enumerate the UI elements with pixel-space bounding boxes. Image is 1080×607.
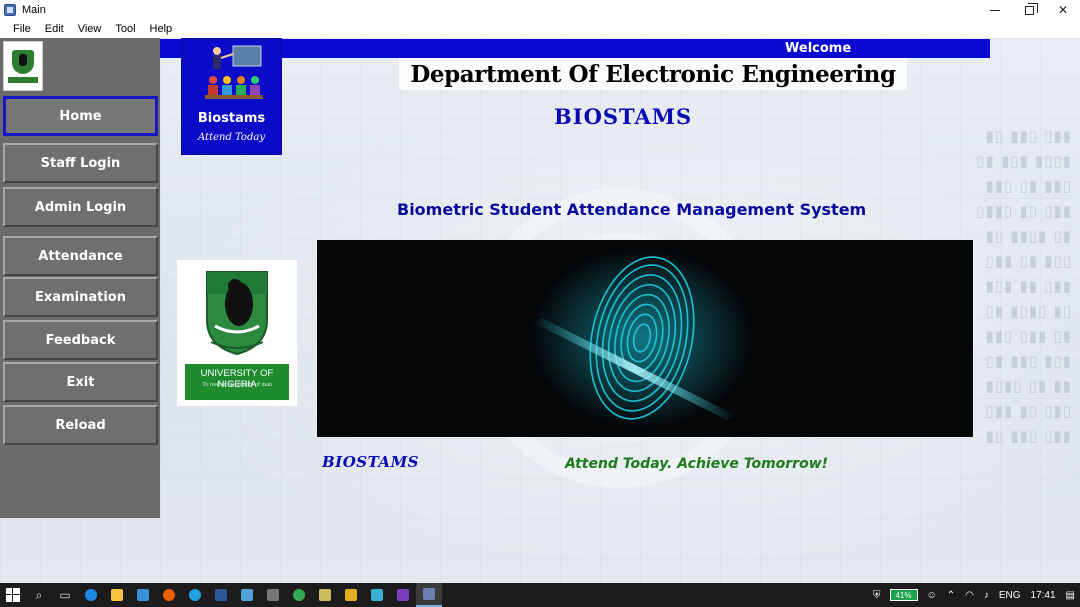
university-crest-icon — [206, 271, 268, 356]
menu-help[interactable]: Help — [143, 23, 180, 35]
monitor-icon[interactable] — [234, 583, 260, 607]
fingerprint-icon — [532, 248, 752, 428]
store-icon[interactable] — [130, 583, 156, 607]
notes-icon[interactable] — [312, 583, 338, 607]
logo-strip — [8, 76, 38, 83]
title-bar: Main ✕ — [0, 0, 1080, 20]
brand-box: Biostams Attend Today — [181, 38, 282, 155]
window-controls: ✕ — [978, 0, 1080, 20]
sidebar-item-admin-login[interactable]: Admin Login — [3, 187, 158, 227]
tray-chevron-icon[interactable]: ⌃ — [942, 590, 960, 601]
wifi-icon[interactable]: ◠ — [960, 590, 979, 601]
welcome-label: Welcome — [785, 41, 852, 56]
clock[interactable]: 17:41 — [1026, 590, 1061, 601]
battery-indicator[interactable]: 41% — [889, 589, 918, 601]
people-icon[interactable]: ☺ — [922, 590, 942, 601]
firefox-icon[interactable] — [156, 583, 182, 607]
app-icon-yellow[interactable] — [338, 583, 364, 607]
sidebar-item-examination[interactable]: Examination — [3, 277, 158, 317]
restore-icon — [1024, 2, 1038, 15]
menu-edit[interactable]: Edit — [38, 23, 71, 35]
app-icon — [4, 4, 16, 16]
windows-logo-icon — [6, 588, 20, 602]
start-button[interactable] — [0, 583, 26, 607]
language-indicator[interactable]: ENG — [994, 590, 1026, 601]
word-icon[interactable] — [208, 583, 234, 607]
visual-studio-icon[interactable] — [390, 583, 416, 607]
notifications-icon[interactable]: ▤ — [1061, 590, 1080, 601]
shield-icon — [12, 49, 34, 74]
menu-tool[interactable]: Tool — [108, 23, 142, 35]
department-title: Department Of Electronic Engineering — [399, 58, 907, 90]
minimize-icon — [990, 9, 1000, 11]
sidebar: Home Staff Login Admin Login Attendance … — [0, 38, 160, 518]
sidebar-item-feedback[interactable]: Feedback — [3, 320, 158, 360]
brand-tagline: Attend Today — [198, 132, 265, 143]
sidebar-item-home[interactable]: Home — [3, 96, 158, 136]
footer-slogan: Attend Today. Achieve Tomorrow! — [565, 456, 829, 472]
sidebar-item-staff-login[interactable]: Staff Login — [3, 143, 158, 183]
close-button[interactable]: ✕ — [1046, 0, 1080, 20]
network-icon[interactable] — [364, 583, 390, 607]
close-icon: ✕ — [1057, 3, 1069, 17]
system-tray: ⛨ 41% ☺ ⌃ ◠ ♪ ENG 17:41 ▤ — [868, 583, 1080, 607]
sidebar-item-exit[interactable]: Exit — [3, 362, 158, 402]
shield-tray-icon[interactable]: ⛨ — [868, 590, 886, 601]
edge-icon[interactable] — [78, 583, 104, 607]
classroom-illustration-icon — [205, 45, 263, 99]
chrome-icon[interactable] — [286, 583, 312, 607]
university-logo: UNIVERSITY OF NIGERIA To restore the dig… — [177, 260, 297, 406]
volume-icon[interactable]: ♪ — [979, 590, 994, 601]
media-icon[interactable] — [260, 583, 286, 607]
task-view-icon[interactable]: ▭ — [52, 583, 78, 607]
ie-icon[interactable] — [182, 583, 208, 607]
window-title: Main — [22, 4, 46, 16]
sidebar-item-reload[interactable]: Reload — [3, 405, 158, 445]
sidebar-logo — [3, 41, 43, 91]
main-area: ▮▯ ▮▮▯ ▯▮▮ ▯▮ ▮▯▮ ▮▯▯▮ ▮▮▯ ▯▮ ▮▮▯ ▯▮▮▯ ▮▯ ▯… — [0, 38, 1080, 583]
menu-file[interactable]: File — [6, 23, 38, 35]
app-name-heading: BIOSTAMS — [554, 104, 693, 129]
restore-button[interactable] — [1012, 0, 1046, 20]
menu-view[interactable]: View — [71, 23, 109, 35]
university-motto: To restore the dignity of man — [202, 382, 272, 388]
welcome-bar: Welcome — [160, 39, 990, 58]
file-explorer-icon[interactable] — [104, 583, 130, 607]
sidebar-item-attendance[interactable]: Attendance — [3, 236, 158, 276]
biostams-taskbar-icon[interactable] — [416, 583, 442, 607]
system-name: Biometric Student Attendance Management … — [397, 200, 867, 219]
menu-bar: File Edit View Tool Help — [0, 20, 1080, 38]
fingerprint-banner — [317, 240, 973, 437]
footer-brand: BIOSTAMS — [322, 453, 420, 471]
taskbar: ⌕ ▭ ⛨ 41% ☺ ⌃ ◠ ♪ ENG 17:41 ▤ — [0, 583, 1080, 607]
minimize-button[interactable] — [978, 0, 1012, 20]
search-icon[interactable]: ⌕ — [26, 583, 52, 607]
brand-title: Biostams — [197, 111, 266, 126]
